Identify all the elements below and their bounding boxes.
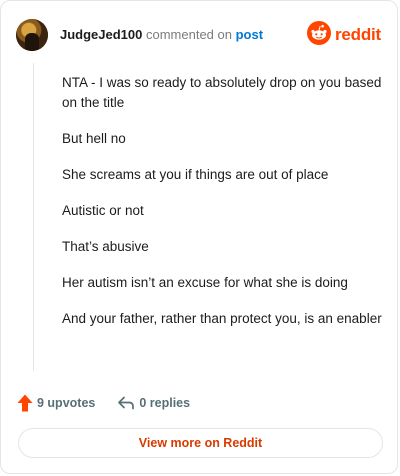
comment-paragraph: Her autism isn’t an excuse for what she … — [62, 275, 348, 290]
comment-actions: 9 upvotes 0 replies — [17, 394, 190, 412]
reply-count: 0 replies — [139, 396, 191, 410]
username-link[interactable]: JudgeJed100 — [60, 27, 142, 42]
upvote-button[interactable]: 9 upvotes — [17, 394, 95, 412]
comment-paragraph: That’s abusive — [62, 239, 149, 254]
upvote-arrow-icon — [17, 394, 33, 412]
comment-meta: JudgeJed100 commented on post — [60, 27, 263, 43]
reddit-wordmark: reddit — [334, 25, 381, 44]
comment-paragraph: NTA - I was so ready to absolutely drop … — [62, 75, 382, 110]
comment-paragraph: And your father, rather than protect you… — [62, 311, 382, 326]
comment-paragraph: But hell no — [62, 131, 126, 146]
view-more-on-reddit-button[interactable]: View more on Reddit — [18, 428, 383, 458]
avatar[interactable] — [16, 19, 48, 51]
comment-paragraph: Autistic or not — [62, 203, 144, 218]
reply-arrow-icon — [117, 395, 135, 411]
reddit-snoo-icon — [306, 20, 331, 50]
replies-button[interactable]: 0 replies — [117, 395, 190, 411]
thread-line — [33, 63, 34, 371]
comment-header: JudgeJed100 commented on post reddit — [16, 17, 381, 53]
comment-embed-card: JudgeJed100 commented on post reddit NTA… — [0, 0, 398, 474]
post-link[interactable]: post — [236, 27, 263, 42]
comment-paragraph: She screams at you if things are out of … — [62, 167, 329, 182]
commented-on-text: commented on — [142, 27, 236, 42]
upvote-count: 9 upvotes — [37, 396, 96, 410]
reddit-logo[interactable]: reddit — [306, 20, 381, 50]
comment-body: NTA - I was so ready to absolutely drop … — [62, 73, 382, 345]
